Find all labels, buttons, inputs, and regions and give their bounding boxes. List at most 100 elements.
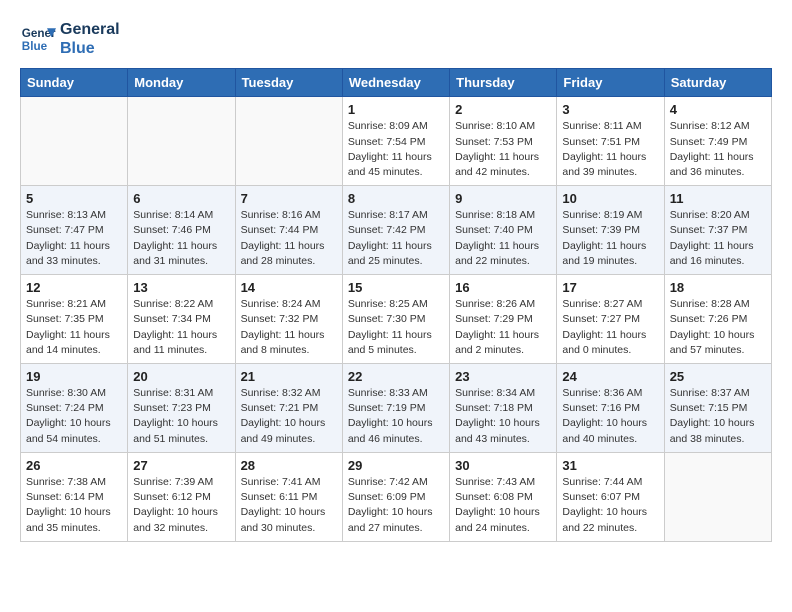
- day-info: Sunrise: 8:11 AM Sunset: 7:51 PM Dayligh…: [562, 119, 658, 180]
- logo-subtext: Blue: [60, 39, 120, 58]
- calendar-table: SundayMondayTuesdayWednesdayThursdayFrid…: [20, 68, 772, 541]
- day-number: 9: [455, 191, 551, 206]
- day-info: Sunrise: 8:22 AM Sunset: 7:34 PM Dayligh…: [133, 297, 229, 358]
- calendar-cell: 7Sunrise: 8:16 AM Sunset: 7:44 PM Daylig…: [235, 186, 342, 275]
- weekday-header-sunday: Sunday: [21, 69, 128, 97]
- day-number: 21: [241, 369, 337, 384]
- calendar-cell: 15Sunrise: 8:25 AM Sunset: 7:30 PM Dayli…: [342, 275, 449, 364]
- calendar-header: SundayMondayTuesdayWednesdayThursdayFrid…: [21, 69, 772, 97]
- calendar-cell: 19 Sunrise: 8:30 AM Sunset: 7:24 PM Dayli…: [21, 364, 128, 453]
- day-number: 17: [562, 280, 658, 295]
- day-info: Sunrise: 7:44 AM Sunset: 6:07 PM Dayligh…: [562, 475, 658, 536]
- day-info: Sunrise: 8:30 AM Sunset: 7:24 PM Dayligh…: [26, 386, 122, 447]
- calendar-cell: 14 Sunrise: 8:24 AM Sunset: 7:32 PM Dayli…: [235, 275, 342, 364]
- weekday-header-monday: Monday: [128, 69, 235, 97]
- day-number: 27: [133, 458, 229, 473]
- calendar-cell: 6 Sunrise: 8:14 AM Sunset: 7:46 PM Daylig…: [128, 186, 235, 275]
- calendar-cell: 8 Sunrise: 8:17 AM Sunset: 7:42 PM Daylig…: [342, 186, 449, 275]
- calendar-week-1: 1 Sunrise: 8:09 AM Sunset: 7:54 PM Daylig…: [21, 97, 772, 186]
- calendar-cell: [128, 97, 235, 186]
- day-number: 30: [455, 458, 551, 473]
- day-info: Sunrise: 8:27 AM Sunset: 7:27 PM Dayligh…: [562, 297, 658, 358]
- day-info: Sunrise: 7:39 AM Sunset: 6:12 PM Dayligh…: [133, 475, 229, 536]
- day-info: Sunrise: 8:25 AM Sunset: 7:30 PM Dayligh…: [348, 297, 444, 358]
- day-info: Sunrise: 8:37 AM Sunset: 7:15 PM Dayligh…: [670, 386, 766, 447]
- day-info: Sunrise: 8:24 AM Sunset: 7:32 PM Dayligh…: [241, 297, 337, 358]
- day-info: Sunrise: 8:26 AM Sunset: 7:29 PM Dayligh…: [455, 297, 551, 358]
- calendar-cell: 23Sunrise: 8:34 AM Sunset: 7:18 PM Dayli…: [450, 364, 557, 453]
- calendar-cell: 24 Sunrise: 8:36 AM Sunset: 7:16 PM Dayli…: [557, 364, 664, 453]
- calendar-cell: 25 Sunrise: 8:37 AM Sunset: 7:15 PM Dayli…: [664, 364, 771, 453]
- day-info: Sunrise: 7:41 AM Sunset: 6:11 PM Dayligh…: [241, 475, 337, 536]
- day-number: 3: [562, 102, 658, 117]
- day-number: 6: [133, 191, 229, 206]
- day-number: 29: [348, 458, 444, 473]
- day-number: 13: [133, 280, 229, 295]
- calendar-cell: 26 Sunrise: 7:38 AM Sunset: 6:14 PM Dayli…: [21, 452, 128, 541]
- svg-text:Blue: Blue: [22, 40, 48, 53]
- calendar-cell: 1 Sunrise: 8:09 AM Sunset: 7:54 PM Daylig…: [342, 97, 449, 186]
- day-number: 19: [26, 369, 122, 384]
- calendar-cell: 17 Sunrise: 8:27 AM Sunset: 7:27 PM Dayli…: [557, 275, 664, 364]
- weekday-header-row: SundayMondayTuesdayWednesdayThursdayFrid…: [21, 69, 772, 97]
- day-number: 5: [26, 191, 122, 206]
- day-number: 7: [241, 191, 337, 206]
- logo: General Blue General Blue: [20, 20, 120, 58]
- calendar-cell: 11Sunrise: 8:20 AM Sunset: 7:37 PM Dayli…: [664, 186, 771, 275]
- day-info: Sunrise: 8:36 AM Sunset: 7:16 PM Dayligh…: [562, 386, 658, 447]
- calendar-cell: 5 Sunrise: 8:13 AM Sunset: 7:47 PM Daylig…: [21, 186, 128, 275]
- weekday-header-wednesday: Wednesday: [342, 69, 449, 97]
- calendar-cell: 28Sunrise: 7:41 AM Sunset: 6:11 PM Dayli…: [235, 452, 342, 541]
- day-number: 22: [348, 369, 444, 384]
- day-info: Sunrise: 8:18 AM Sunset: 7:40 PM Dayligh…: [455, 208, 551, 269]
- logo-text: General: [60, 20, 120, 39]
- day-info: Sunrise: 8:09 AM Sunset: 7:54 PM Dayligh…: [348, 119, 444, 180]
- weekday-header-thursday: Thursday: [450, 69, 557, 97]
- calendar-cell: 13 Sunrise: 8:22 AM Sunset: 7:34 PM Dayli…: [128, 275, 235, 364]
- day-number: 25: [670, 369, 766, 384]
- logo-icon: General Blue: [20, 21, 56, 57]
- calendar-cell: 16 Sunrise: 8:26 AM Sunset: 7:29 PM Dayli…: [450, 275, 557, 364]
- day-number: 31: [562, 458, 658, 473]
- day-number: 16: [455, 280, 551, 295]
- calendar-cell: [235, 97, 342, 186]
- calendar-cell: 22 Sunrise: 8:33 AM Sunset: 7:19 PM Dayli…: [342, 364, 449, 453]
- day-info: Sunrise: 7:38 AM Sunset: 6:14 PM Dayligh…: [26, 475, 122, 536]
- day-number: 26: [26, 458, 122, 473]
- calendar-cell: [21, 97, 128, 186]
- day-number: 2: [455, 102, 551, 117]
- calendar-week-4: 19 Sunrise: 8:30 AM Sunset: 7:24 PM Dayli…: [21, 364, 772, 453]
- day-number: 14: [241, 280, 337, 295]
- calendar-cell: 12Sunrise: 8:21 AM Sunset: 7:35 PM Dayli…: [21, 275, 128, 364]
- calendar-cell: 31 Sunrise: 7:44 AM Sunset: 6:07 PM Dayli…: [557, 452, 664, 541]
- day-number: 8: [348, 191, 444, 206]
- day-info: Sunrise: 8:20 AM Sunset: 7:37 PM Dayligh…: [670, 208, 766, 269]
- calendar-week-2: 5 Sunrise: 8:13 AM Sunset: 7:47 PM Daylig…: [21, 186, 772, 275]
- day-number: 4: [670, 102, 766, 117]
- calendar-week-5: 26 Sunrise: 7:38 AM Sunset: 6:14 PM Dayli…: [21, 452, 772, 541]
- day-info: Sunrise: 8:19 AM Sunset: 7:39 PM Dayligh…: [562, 208, 658, 269]
- calendar-cell: [664, 452, 771, 541]
- weekday-header-tuesday: Tuesday: [235, 69, 342, 97]
- calendar-cell: 18Sunrise: 8:28 AM Sunset: 7:26 PM Dayli…: [664, 275, 771, 364]
- weekday-header-saturday: Saturday: [664, 69, 771, 97]
- calendar-cell: 30Sunrise: 7:43 AM Sunset: 6:08 PM Dayli…: [450, 452, 557, 541]
- day-number: 18: [670, 280, 766, 295]
- day-info: Sunrise: 8:17 AM Sunset: 7:42 PM Dayligh…: [348, 208, 444, 269]
- day-info: Sunrise: 8:33 AM Sunset: 7:19 PM Dayligh…: [348, 386, 444, 447]
- day-info: Sunrise: 8:34 AM Sunset: 7:18 PM Dayligh…: [455, 386, 551, 447]
- calendar-cell: 29Sunrise: 7:42 AM Sunset: 6:09 PM Dayli…: [342, 452, 449, 541]
- page-header: General Blue General Blue: [20, 20, 772, 58]
- day-info: Sunrise: 8:12 AM Sunset: 7:49 PM Dayligh…: [670, 119, 766, 180]
- day-number: 24: [562, 369, 658, 384]
- day-info: Sunrise: 8:13 AM Sunset: 7:47 PM Dayligh…: [26, 208, 122, 269]
- day-info: Sunrise: 8:32 AM Sunset: 7:21 PM Dayligh…: [241, 386, 337, 447]
- day-info: Sunrise: 8:31 AM Sunset: 7:23 PM Dayligh…: [133, 386, 229, 447]
- day-number: 10: [562, 191, 658, 206]
- day-number: 1: [348, 102, 444, 117]
- day-number: 20: [133, 369, 229, 384]
- day-info: Sunrise: 8:14 AM Sunset: 7:46 PM Dayligh…: [133, 208, 229, 269]
- day-info: Sunrise: 8:21 AM Sunset: 7:35 PM Dayligh…: [26, 297, 122, 358]
- calendar-cell: 20 Sunrise: 8:31 AM Sunset: 7:23 PM Dayli…: [128, 364, 235, 453]
- calendar-body: 1 Sunrise: 8:09 AM Sunset: 7:54 PM Daylig…: [21, 97, 772, 541]
